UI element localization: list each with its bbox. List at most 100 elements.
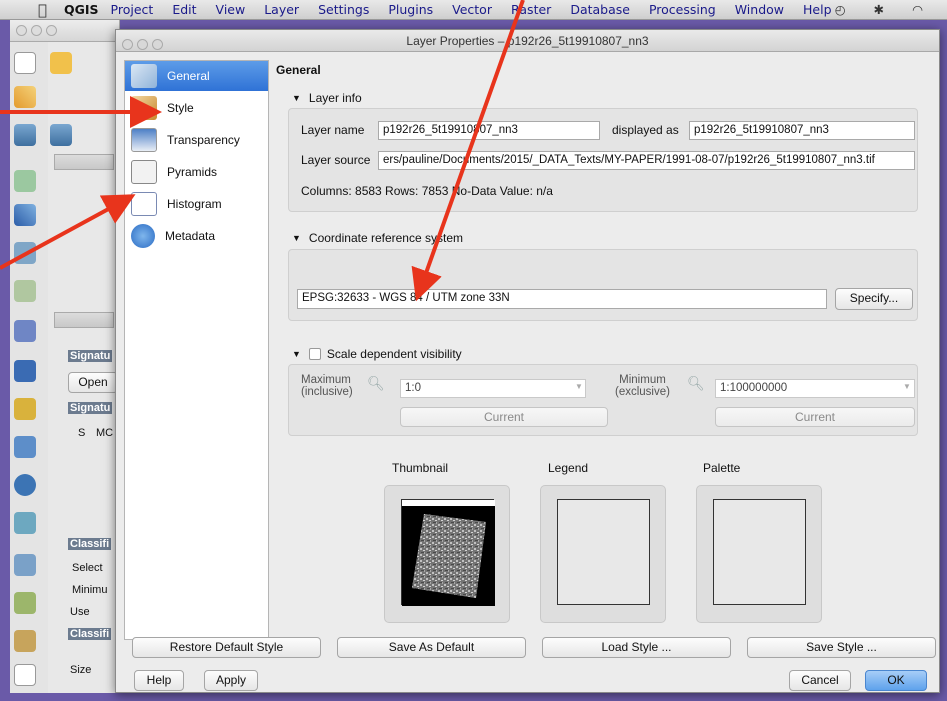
transparency-icon: [131, 128, 157, 152]
menu-raster[interactable]: Raster: [511, 2, 551, 17]
maximum-scale-combo[interactable]: 1:0: [400, 379, 586, 398]
layer-info-header-label: Layer info: [308, 91, 362, 105]
close-light-icon[interactable]: [16, 25, 27, 36]
open-button[interactable]: Open: [68, 372, 118, 393]
new-temporary-layer-icon[interactable]: [14, 630, 36, 652]
sidebar-item-transparency[interactable]: Transparency: [125, 125, 268, 155]
sidebar-item-style[interactable]: Style: [125, 93, 268, 123]
style-brush-icon: [131, 96, 157, 120]
new-project-icon[interactable]: [14, 52, 36, 74]
sidebar-item-general-label: General: [167, 69, 210, 83]
qgis-titlebar: [10, 20, 119, 42]
legend-label: Legend: [548, 461, 589, 475]
open-folder-icon[interactable]: [50, 52, 72, 74]
minimum-scale-combo[interactable]: 1:100000000: [715, 379, 915, 398]
dialog-zoom-light-icon[interactable]: [152, 39, 163, 50]
layer-info-header[interactable]: ▼ Layer info: [292, 91, 362, 105]
pyramids-icon: [131, 160, 157, 184]
layers-icon[interactable]: [14, 124, 36, 146]
crs-header[interactable]: ▼ Coordinate reference system: [292, 231, 463, 245]
layers-icon-2[interactable]: [50, 124, 72, 146]
add-wms-icon[interactable]: [14, 360, 36, 382]
crs-group: EPSG:32633 - WGS 84 / UTM zone 33N Speci…: [288, 249, 918, 321]
layer-name-input[interactable]: p192r26_5t19910807_nn3: [378, 121, 600, 140]
column-mc-label: MC: [96, 427, 114, 439]
layer-source-label: Layer source: [301, 153, 371, 167]
menu-layer[interactable]: Layer: [264, 2, 299, 17]
layer-info-group: Layer name p192r26_5t19910807_nn3 displa…: [288, 108, 918, 212]
scale-visibility-checkbox[interactable]: [308, 348, 321, 360]
layer-name-label: Layer name: [301, 123, 365, 137]
sidebar-item-transparency-label: Transparency: [167, 133, 240, 147]
panel-label-signatu: Signatu: [68, 350, 113, 362]
sidebar-item-general[interactable]: General: [125, 61, 268, 91]
add-spatialite-icon[interactable]: [14, 280, 36, 302]
menu-processing[interactable]: Processing: [649, 2, 716, 17]
plugin-panel-header: [54, 312, 114, 328]
select-label[interactable]: Select: [72, 562, 103, 574]
crs-field[interactable]: EPSG:32633 - WGS 84 / UTM zone 33N: [297, 289, 827, 309]
minimize-light-icon[interactable]: [31, 25, 42, 36]
add-postgis-icon[interactable]: [14, 242, 36, 264]
current-scale-button-min[interactable]: Current: [715, 407, 915, 427]
add-vector-icon[interactable]: [14, 170, 36, 192]
menu-vector[interactable]: Vector: [452, 2, 492, 17]
apply-button[interactable]: Apply: [204, 670, 258, 691]
globe-icon[interactable]: [14, 474, 36, 496]
add-mssql-icon[interactable]: [14, 320, 36, 342]
maximum-dropdown-arrow-icon[interactable]: ▼: [575, 382, 583, 391]
save-style-button[interactable]: Save Style ...: [747, 637, 936, 658]
cancel-button[interactable]: Cancel: [789, 670, 851, 691]
minimum-dropdown-arrow-icon[interactable]: ▼: [903, 382, 911, 391]
menu-view[interactable]: View: [216, 2, 246, 17]
collapse-triangle-icon: ▼: [292, 349, 301, 359]
menu-project[interactable]: Project: [111, 2, 154, 17]
use-checkbox-label[interactable]: Use: [70, 606, 90, 618]
menu-database[interactable]: Database: [570, 2, 630, 17]
zoom-out-magnifier-icon: 🔍︎: [687, 375, 705, 391]
menu-help[interactable]: Help: [803, 2, 832, 17]
add-delimited-icon[interactable]: [14, 512, 36, 534]
layers-panel-header: [54, 154, 114, 170]
raster-thumbnail-icon: [402, 500, 495, 606]
crs-header-label: Coordinate reference system: [308, 231, 463, 245]
menu-edit[interactable]: Edit: [172, 2, 196, 17]
add-wcs-icon[interactable]: [14, 398, 36, 420]
thumbnail-box: [384, 485, 510, 623]
specify-button[interactable]: Specify...: [835, 288, 913, 310]
scale-visibility-header[interactable]: ▼ Scale dependent visibility: [292, 347, 462, 361]
displayed-as-field[interactable]: p192r26_5t19910807_nn3: [689, 121, 915, 140]
menu-window[interactable]: Window: [735, 2, 784, 17]
pencil-icon[interactable]: [14, 86, 36, 108]
new-shapefile-icon[interactable]: [14, 554, 36, 576]
dialog-minimize-light-icon[interactable]: [137, 39, 148, 50]
current-scale-button-max[interactable]: Current: [400, 407, 608, 427]
sidebar-item-metadata-label: Metadata: [165, 229, 216, 243]
minimum-label[interactable]: Minimu: [72, 584, 107, 596]
sidebar-item-pyramids[interactable]: Pyramids: [125, 157, 268, 187]
maximum-inclusive-label: Maximum (inclusive): [301, 374, 353, 398]
menu-plugins[interactable]: Plugins: [388, 2, 433, 17]
help-button[interactable]: Help: [134, 670, 184, 691]
layer-source-field[interactable]: ers/pauline/Documents/2015/_DATA_Texts/M…: [378, 151, 915, 170]
restore-default-style-button[interactable]: Restore Default Style: [132, 637, 321, 658]
save-as-default-button[interactable]: Save As Default: [337, 637, 526, 658]
load-style-button[interactable]: Load Style ...: [542, 637, 731, 658]
add-wfs-icon[interactable]: [14, 436, 36, 458]
remove-layer-icon[interactable]: [14, 664, 36, 686]
apple-menu-icon[interactable]: : [38, 1, 58, 19]
scale-visibility-group: Maximum (inclusive) 🔍︎ 1:0 ▼ Current Min…: [288, 364, 918, 436]
layer-properties-dialog: Layer Properties – p192r26_5t19910807_nn…: [115, 29, 940, 693]
app-menu-qgis[interactable]: QGIS: [64, 2, 99, 17]
sidebar-item-metadata[interactable]: Metadata: [125, 221, 268, 251]
dialog-close-light-icon[interactable]: [122, 39, 133, 50]
minimum-exclusive-label: Minimum (exclusive): [615, 374, 670, 398]
zoom-light-icon[interactable]: [46, 25, 57, 36]
new-spatialite-layer-icon[interactable]: [14, 592, 36, 614]
add-raster-icon[interactable]: [14, 204, 36, 226]
sidebar-item-histogram[interactable]: Histogram: [125, 189, 268, 219]
raster-stats-label: Columns: 8583 Rows: 7853 No-Data Value: …: [301, 184, 553, 198]
ok-button[interactable]: OK: [865, 670, 927, 691]
menu-settings[interactable]: Settings: [318, 2, 369, 17]
properties-sidebar: General Style Transparency Pyramids Hist…: [124, 60, 269, 640]
